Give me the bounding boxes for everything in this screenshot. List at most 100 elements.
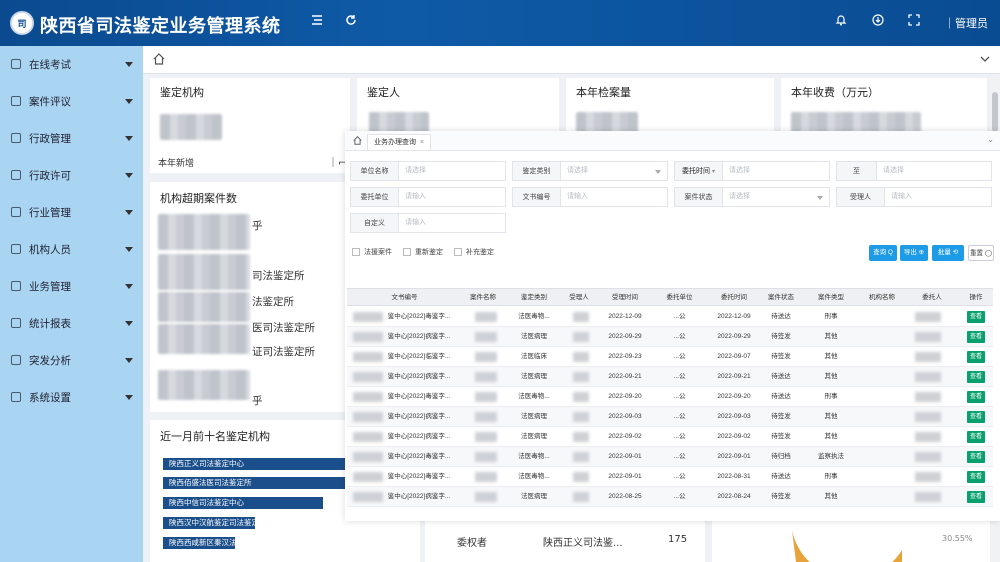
cell-status: 待签发 (771, 353, 791, 360)
institution-fragment: 证司法鉴定所 (252, 346, 315, 358)
view-button[interactable]: 查看 (967, 411, 985, 423)
field-label: 至 (836, 161, 876, 181)
view-button[interactable]: 查看 (967, 391, 985, 403)
handler-input[interactable]: 请输入 (884, 187, 992, 207)
date-end-input[interactable]: 请选择 (876, 161, 992, 181)
cell-entrust-date: 2022-09-29 (717, 333, 751, 340)
institution-fragment: 医司法鉴定所 (252, 322, 315, 334)
cell-type: 其他 (824, 353, 838, 360)
custom-input[interactable]: 请输入 (398, 213, 506, 233)
cell-category: 法医病理 (521, 333, 547, 340)
reset-button[interactable]: 重置 ◯ (968, 245, 994, 261)
query-button[interactable]: 查询 Q (869, 245, 897, 261)
sidebar-item-label: 行政许可 (29, 169, 71, 182)
blurred-name (158, 214, 250, 250)
refresh-icon[interactable] (343, 14, 359, 30)
chevron-down-icon[interactable] (980, 54, 990, 64)
cell-type: 其他 (824, 333, 838, 340)
download-icon[interactable] (870, 14, 886, 30)
field-label: 鉴定类别 (512, 161, 560, 181)
client-input[interactable]: 请输入 (398, 187, 506, 207)
view-button[interactable]: 查看 (967, 351, 985, 363)
blurred-cell (915, 492, 941, 502)
cell-client: ...公 (673, 453, 686, 460)
fullscreen-icon[interactable] (906, 14, 922, 30)
view-button[interactable]: 查看 (967, 331, 985, 343)
view-button[interactable]: 查看 (967, 451, 985, 463)
user-name[interactable]: ｜管理员 (944, 15, 988, 31)
checkbox-box[interactable] (352, 248, 360, 256)
tab-label: 业务办理查询 (374, 139, 416, 146)
table-row: 鉴中心[2022]病鉴字... 法医病理 2022-09-29 ...公 202… (347, 327, 993, 347)
field-label: 委托时间 ▾ (674, 161, 722, 181)
cell-status: 待签发 (771, 413, 791, 420)
sidebar-item-settings[interactable]: 系统设置 (0, 385, 143, 409)
menu-fold-icon[interactable] (309, 14, 325, 30)
doc-number-input[interactable]: 请输入 (560, 187, 668, 207)
blurred-cell (573, 352, 589, 362)
view-button[interactable]: 查看 (967, 491, 985, 503)
home-icon[interactable] (153, 53, 165, 65)
cell-accept-date: 2022-09-21 (608, 373, 642, 380)
caret-down-icon (125, 247, 133, 252)
caret-down-icon (125, 173, 133, 178)
sidebar-item-exam[interactable]: 在线考试 (0, 52, 143, 76)
home-icon[interactable] (353, 136, 362, 145)
view-button[interactable]: 查看 (967, 311, 985, 323)
cell-entrust-date: 2022-09-02 (717, 433, 751, 440)
checkbox-label: 法援案件 (364, 249, 392, 256)
stat-card-institutions: 鉴定机构 本年新增 ｜⌐ (150, 78, 350, 173)
sidebar-item-license[interactable]: 行政许可 (0, 163, 143, 187)
category-select[interactable]: 请选择 (560, 161, 668, 181)
view-button[interactable]: 查看 (967, 371, 985, 383)
pie-percent: 30.55% (942, 534, 973, 543)
caret-down-icon (655, 170, 661, 174)
checkbox-supplementary[interactable]: 补充鉴定 (454, 247, 494, 257)
scrollbar-thumb[interactable] (992, 92, 998, 132)
sidebar-item-industry[interactable]: 行业管理 (0, 200, 143, 224)
sidebar-item-admin[interactable]: 行政管理 (0, 126, 143, 150)
bottom-institution: 陕西正义司法鉴... (543, 538, 623, 549)
view-button[interactable]: 查看 (967, 431, 985, 443)
sidebar-item-stats[interactable]: 统计报表 (0, 311, 143, 335)
cell-category: 法医毒物... (518, 453, 550, 460)
sidebar-item-analysis[interactable]: 突发分析 (0, 348, 143, 372)
batch-button[interactable]: 批量 ⟲ (932, 245, 964, 261)
blurred-cell (573, 432, 589, 442)
window-tab-bar: 业务办理查询 × ⌄ (345, 131, 1000, 151)
export-button[interactable]: 导出 ⊕ (900, 245, 928, 261)
table-row: 鉴中心[2022]病鉴字... 法医病理 2022-09-21 ...公 202… (347, 367, 993, 387)
caret-down-icon (125, 284, 133, 289)
org-name-input[interactable]: 请选择 (398, 161, 506, 181)
card-footer-icon: ｜⌐ (328, 158, 347, 169)
checkbox-box[interactable] (403, 248, 411, 256)
checkbox-reappraisal[interactable]: 重新鉴定 (403, 247, 443, 257)
cell-client: ...公 (673, 373, 686, 380)
tab-business-query[interactable]: 业务办理查询 × (367, 134, 432, 150)
cell-accept-date: 2022-09-20 (608, 393, 642, 400)
sidebar-item-business[interactable]: 业务管理 (0, 274, 143, 298)
blurred-cell (475, 392, 497, 402)
bell-icon[interactable] (833, 14, 849, 30)
checkbox-box[interactable] (454, 248, 462, 256)
column-header: 委托人 (922, 294, 942, 301)
close-icon[interactable]: × (420, 139, 424, 146)
sidebar-item-staff[interactable]: 机构人员 (0, 237, 143, 261)
blurred-cell (573, 472, 589, 482)
cell-client: ...公 (673, 393, 686, 400)
chevron-down-icon[interactable]: ⌄ (987, 135, 994, 144)
blurred-cell (915, 392, 941, 402)
checkbox-legal-aid[interactable]: 法援案件 (352, 247, 392, 257)
table-row: 鉴中心[2022]毒鉴字... 法医毒物... 2022-09-01 ...公 … (347, 467, 993, 487)
cell-doc-number: 鉴中心[2022]毒鉴字... (387, 393, 451, 400)
sidebar-item-case-review[interactable]: 案件评议 (0, 89, 143, 113)
field-label: 自定义 (350, 213, 398, 233)
status-select[interactable]: 请选择 (722, 187, 830, 207)
sidebar-item-label: 案件评议 (29, 95, 71, 108)
tab-bar (143, 46, 1000, 74)
date-start-input[interactable]: 请选择 (722, 161, 830, 181)
blurred-cell (573, 452, 589, 462)
cell-status: 待送达 (771, 393, 791, 400)
field-label: 单位名称 (350, 161, 398, 181)
view-button[interactable]: 查看 (967, 471, 985, 483)
